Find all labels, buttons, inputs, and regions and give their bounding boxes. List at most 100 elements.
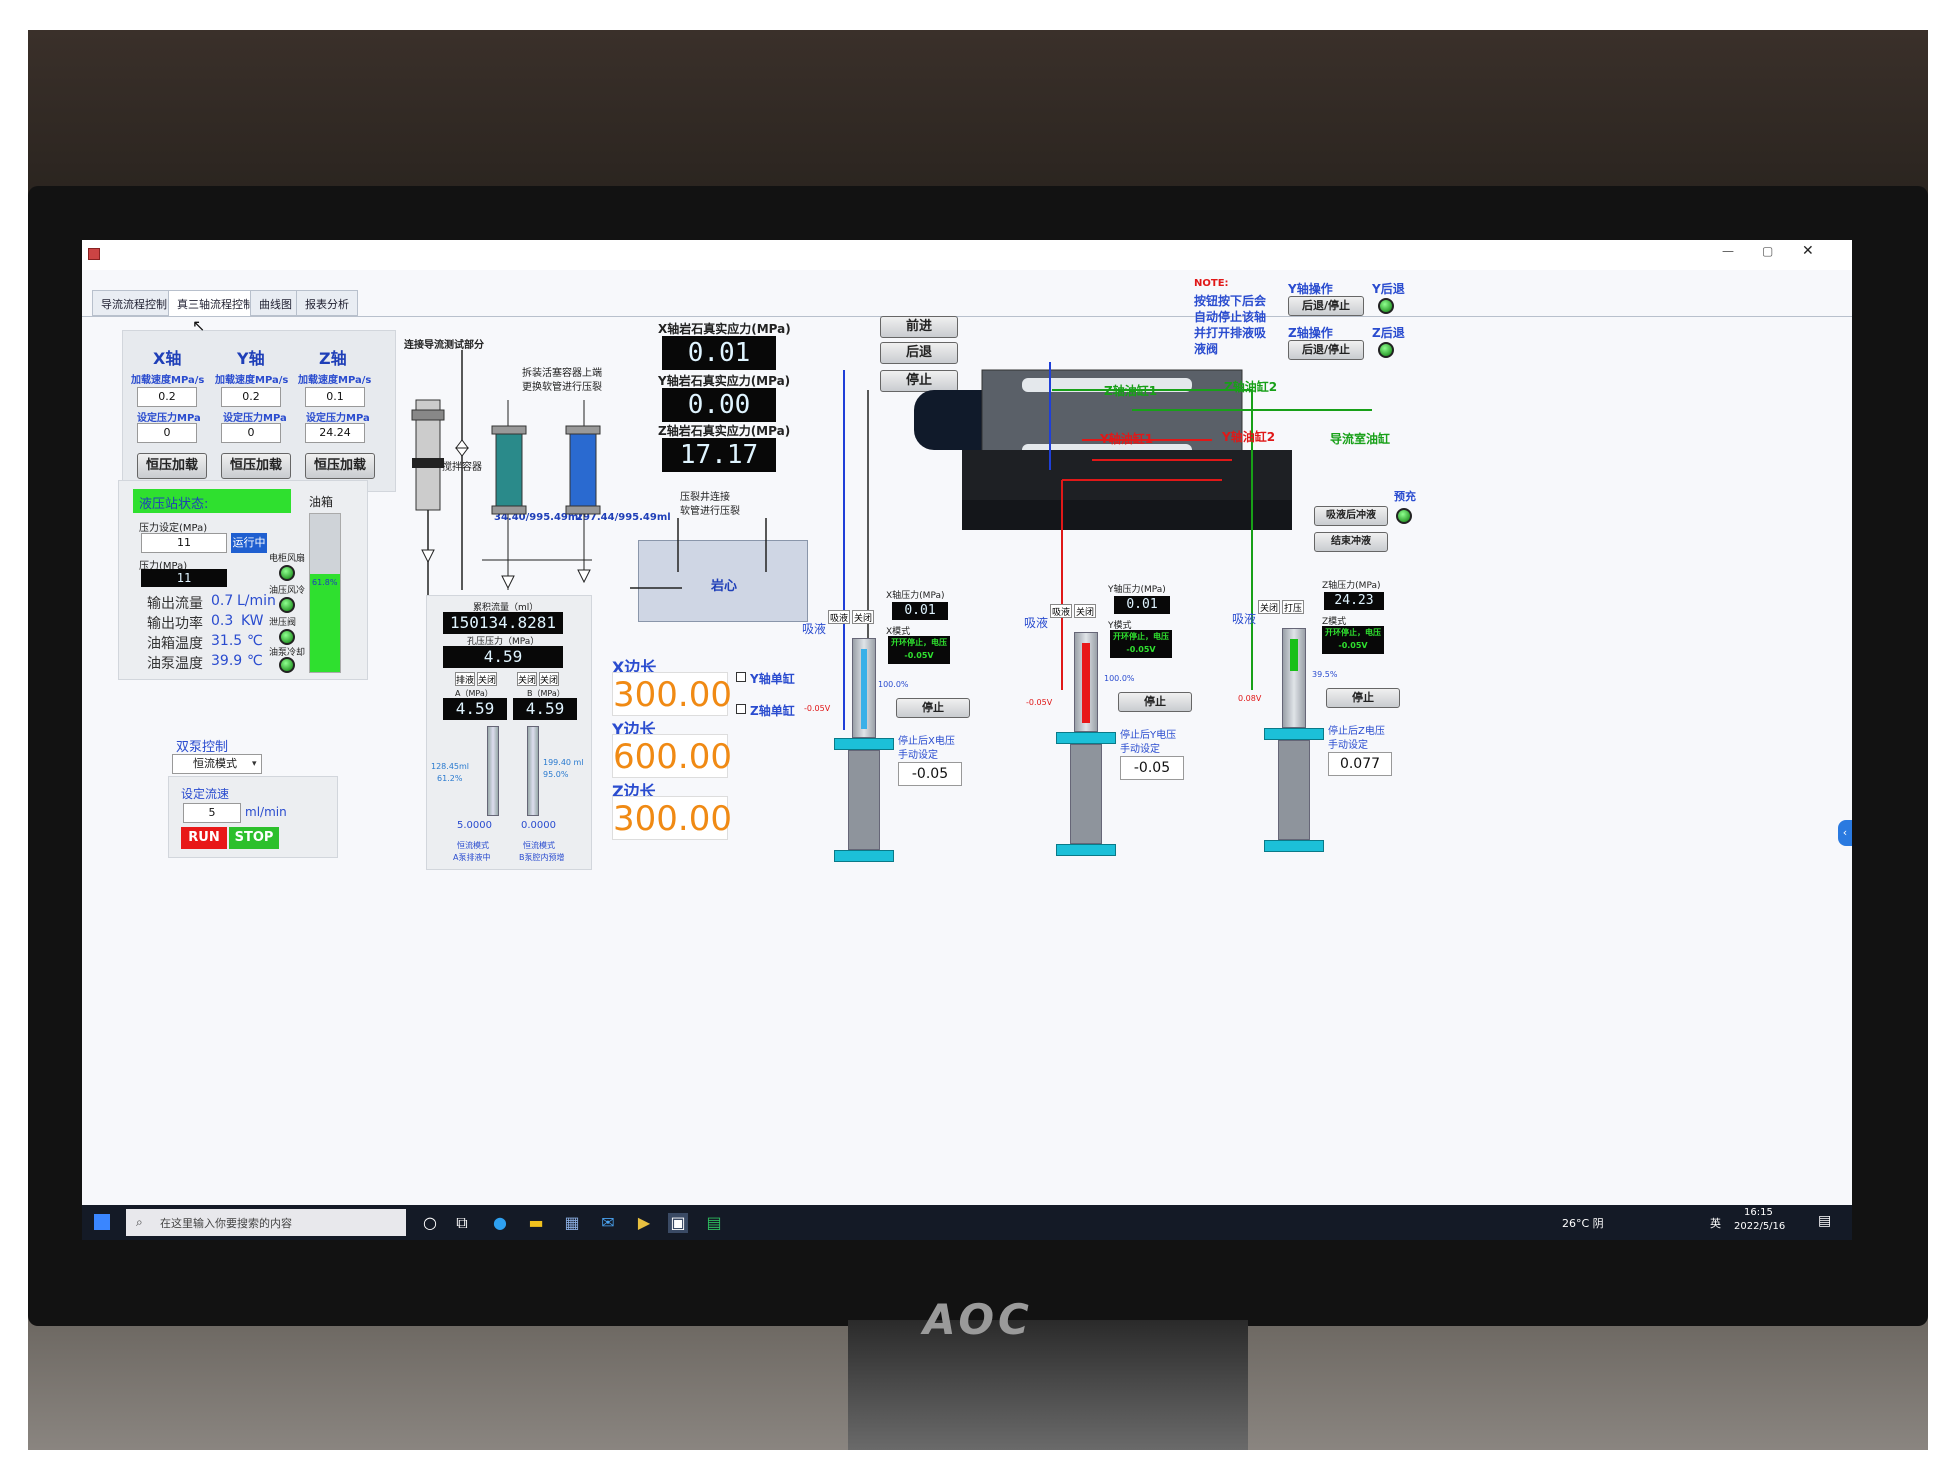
x-pressure-label: 设定压力MPa — [137, 413, 201, 424]
y-back-label: Y后退 — [1372, 282, 1405, 296]
clock-date[interactable]: 2022/5/16 — [1734, 1221, 1785, 1232]
x-stop-button[interactable]: 停止 — [896, 698, 970, 718]
z-constant-load-button[interactable]: 恒压加载 — [305, 453, 375, 479]
language-indicator[interactable]: 英 — [1710, 1215, 1721, 1231]
tab-curve[interactable]: 曲线图 — [250, 290, 301, 316]
pressure-display: 11 — [141, 569, 227, 587]
x-constant-load-button[interactable]: 恒压加载 — [137, 453, 207, 479]
flush-start-button[interactable]: 吸液后冲液 — [1314, 506, 1388, 526]
minimize-button[interactable]: — — [1722, 244, 1734, 258]
pump-a-cylinder — [487, 726, 499, 816]
output-flow-label: 输出流量 — [147, 596, 203, 612]
flush-end-button[interactable]: 结束冲液 — [1314, 532, 1388, 552]
run-button[interactable]: RUN — [181, 827, 227, 849]
z-edge-value[interactable]: 300.00 — [612, 796, 732, 840]
z-stop-button[interactable]: 停止 — [1326, 688, 1400, 708]
y-stress-label: Y轴岩石真实应力(MPa) — [658, 374, 791, 388]
y-note-1: 停止后Y电压 — [1120, 730, 1177, 741]
y-cylinder-group: 吸液 吸液 关闭 Y轴压力(MPa) 0.01 Y模式 开环停止，电压 -0.0… — [1024, 582, 1244, 1182]
a-drain-button[interactable]: 排液 — [455, 672, 475, 686]
notification-icon[interactable]: ▤ — [1818, 1213, 1831, 1229]
side-panel-toggle[interactable]: ‹ — [1838, 820, 1852, 846]
x-status-box: 开环停止，电压 -0.05V — [888, 636, 950, 664]
y-single-label: Y轴单缸 — [750, 672, 795, 686]
mail-icon[interactable]: ✉ — [598, 1213, 618, 1233]
z-back-stop-button[interactable]: 后退/停止 — [1288, 340, 1364, 360]
pressure-set-label: 压力设定(MPa) — [139, 523, 208, 534]
dual-pump-title: 双泵控制 — [176, 740, 229, 755]
a-close-button[interactable]: 关闭 — [477, 672, 497, 686]
z-pressure-input[interactable]: 24.24 — [305, 423, 365, 443]
x-suck-label: 吸液 — [802, 622, 827, 636]
output-flow-unit: L/min — [237, 593, 276, 609]
y-voltage: -0.05V — [1026, 698, 1053, 707]
b-percent: 95.0% — [543, 770, 569, 779]
cortana-icon[interactable]: ○ — [420, 1213, 440, 1233]
tab-triaxial-control[interactable]: 真三轴流程控制 — [168, 290, 263, 316]
y-back-stop-button[interactable]: 后退/停止 — [1288, 296, 1364, 316]
y-stop-button[interactable]: 停止 — [1118, 692, 1192, 712]
y-stress-display: 0.00 — [662, 388, 776, 422]
close-button[interactable]: ✕ — [1802, 243, 1814, 259]
app-window: — ▢ ✕ 导流流程控制 真三轴流程控制 曲线图 报表分析 X轴 Y轴 Z轴 加… — [82, 240, 1852, 1240]
y-single-checkbox[interactable] — [736, 672, 746, 682]
set-flow-input[interactable]: 5 — [183, 803, 241, 823]
z-pressure-label: Z轴压力(MPa) — [1322, 581, 1381, 591]
app-icon-2[interactable]: ▣ — [668, 1213, 688, 1233]
task-view-icon[interactable]: ⧉ — [452, 1213, 472, 1233]
y-suck-label: 吸液 — [1024, 616, 1049, 630]
stop-button[interactable]: STOP — [229, 827, 279, 849]
z-pressurize-button[interactable]: 打压 — [1282, 600, 1304, 614]
z-rate-input[interactable]: 0.1 — [305, 387, 365, 407]
x-note-2: 手动设定 — [898, 750, 938, 761]
z-voltage-input[interactable]: 0.077 — [1328, 752, 1392, 776]
start-button[interactable] — [94, 1214, 110, 1230]
taskbar-search[interactable]: 在这里输入你要搜索的内容 — [126, 1209, 406, 1236]
y-status-line-1: 开环停止，电压 — [1113, 632, 1169, 641]
y-level-bar — [1082, 643, 1090, 723]
app-icon-1[interactable]: ▶ — [634, 1213, 654, 1233]
y-pressure-input[interactable]: 0 — [221, 423, 281, 443]
y-percent: 100.0% — [1104, 674, 1135, 683]
y-constant-load-button[interactable]: 恒压加载 — [221, 453, 291, 479]
tank-level-gauge: 61.8% — [309, 513, 341, 673]
restore-button[interactable]: ▢ — [1762, 244, 1773, 258]
forward-button[interactable]: 前进 — [880, 316, 958, 338]
store-icon[interactable]: ▦ — [562, 1213, 582, 1233]
weather-text[interactable]: 26°C 阴 — [1562, 1215, 1604, 1231]
cabinet-fan-label: 电柜风扇 — [269, 554, 306, 564]
z-cylinder-upper — [1282, 628, 1306, 728]
z-level-bar — [1290, 639, 1298, 671]
tab-report[interactable]: 报表分析 — [296, 290, 358, 316]
pump-cooling-led — [279, 657, 295, 673]
x-note-1: 停止后X电压 — [898, 736, 955, 747]
y-edge-value[interactable]: 600.00 — [612, 734, 732, 778]
y-close-button[interactable]: 关闭 — [1074, 604, 1096, 618]
excel-icon[interactable]: ▤ — [704, 1213, 724, 1233]
pump-mode-select[interactable]: 恒流模式 — [172, 754, 262, 774]
folder-icon[interactable]: ▬ — [526, 1213, 546, 1233]
tab-flow-control[interactable]: 导流流程控制 — [92, 290, 176, 316]
clock-time[interactable]: 16:15 — [1744, 1207, 1773, 1218]
x-close-button[interactable]: 关闭 — [852, 610, 874, 624]
x-suck-button[interactable]: 吸液 — [828, 610, 850, 624]
relief-valve-label: 泄压阀 — [269, 618, 297, 628]
z-single-checkbox[interactable] — [736, 704, 746, 714]
x-voltage-input[interactable]: -0.05 — [898, 762, 962, 786]
tank-temp-unit: ℃ — [247, 633, 263, 649]
x-edge-value[interactable]: 300.00 — [612, 672, 732, 716]
chevron-down-icon[interactable]: ▾ — [252, 754, 264, 774]
pump-temp-label: 油泵温度 — [147, 656, 203, 672]
y-voltage-input[interactable]: -0.05 — [1120, 756, 1184, 780]
pressure-set-input[interactable]: 11 — [141, 533, 227, 553]
z-close-button[interactable]: 关闭 — [1258, 600, 1280, 614]
y-rate-input[interactable]: 0.2 — [221, 387, 281, 407]
x-rate-input[interactable]: 0.2 — [137, 387, 197, 407]
x-pressure-input[interactable]: 0 — [137, 423, 197, 443]
b-close-button-2[interactable]: 关闭 — [539, 672, 559, 686]
b-close-button-1[interactable]: 关闭 — [517, 672, 537, 686]
y-suck-button[interactable]: 吸液 — [1050, 604, 1072, 618]
edge-icon[interactable]: ● — [490, 1213, 510, 1233]
set-flow-label: 设定流速 — [181, 787, 230, 801]
pump-temp-value: 39.9 — [211, 653, 243, 669]
